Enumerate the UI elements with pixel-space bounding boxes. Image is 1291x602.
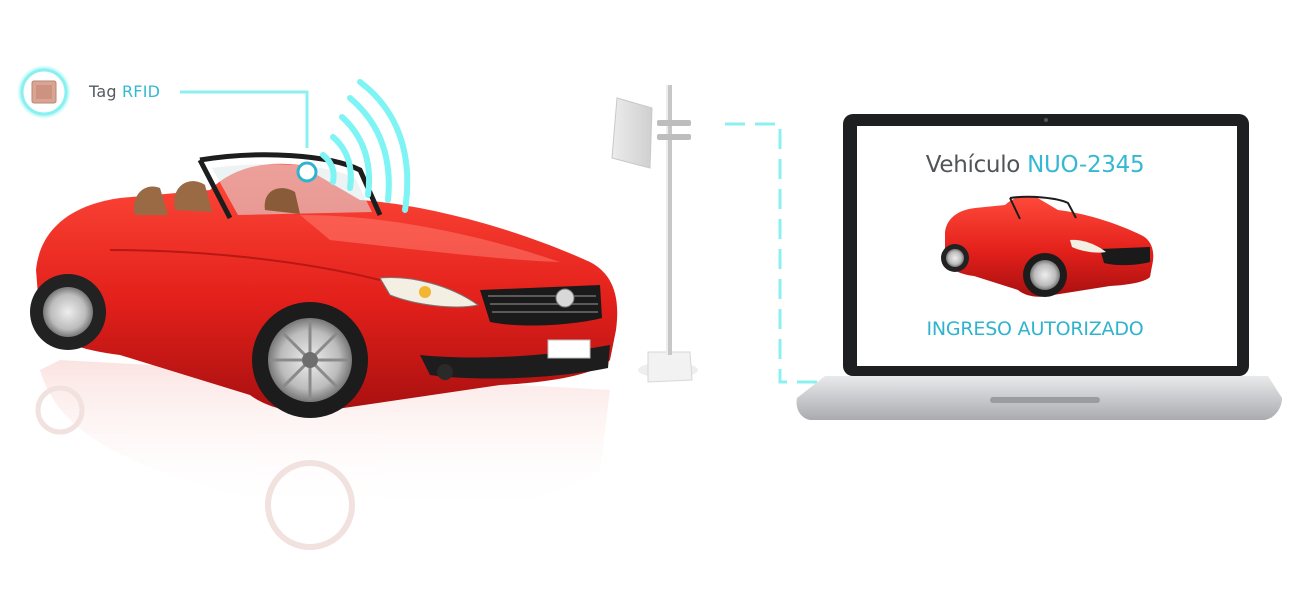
rfid-reader-antenna <box>611 85 698 383</box>
windshield-tag-icon <box>296 161 318 183</box>
vehicle-title-prefix: Vehículo <box>925 152 1021 178</box>
rfid-tag-label: Tag RFID <box>89 82 160 101</box>
vehicle-plate: NUO-2345 <box>1027 152 1145 178</box>
tag-connector-line <box>180 90 309 148</box>
access-status-text: INGRESO AUTORIZADO <box>926 318 1144 340</box>
rfid-tag-badge <box>17 65 71 119</box>
reader-laptop-connector <box>725 122 818 384</box>
tag-label-prefix: Tag <box>89 82 117 101</box>
rfid-access-scene <box>17 65 1282 550</box>
vehicle-title: Vehículo NUO-2345 <box>880 152 1190 178</box>
tag-label-accent: RFID <box>121 82 161 101</box>
